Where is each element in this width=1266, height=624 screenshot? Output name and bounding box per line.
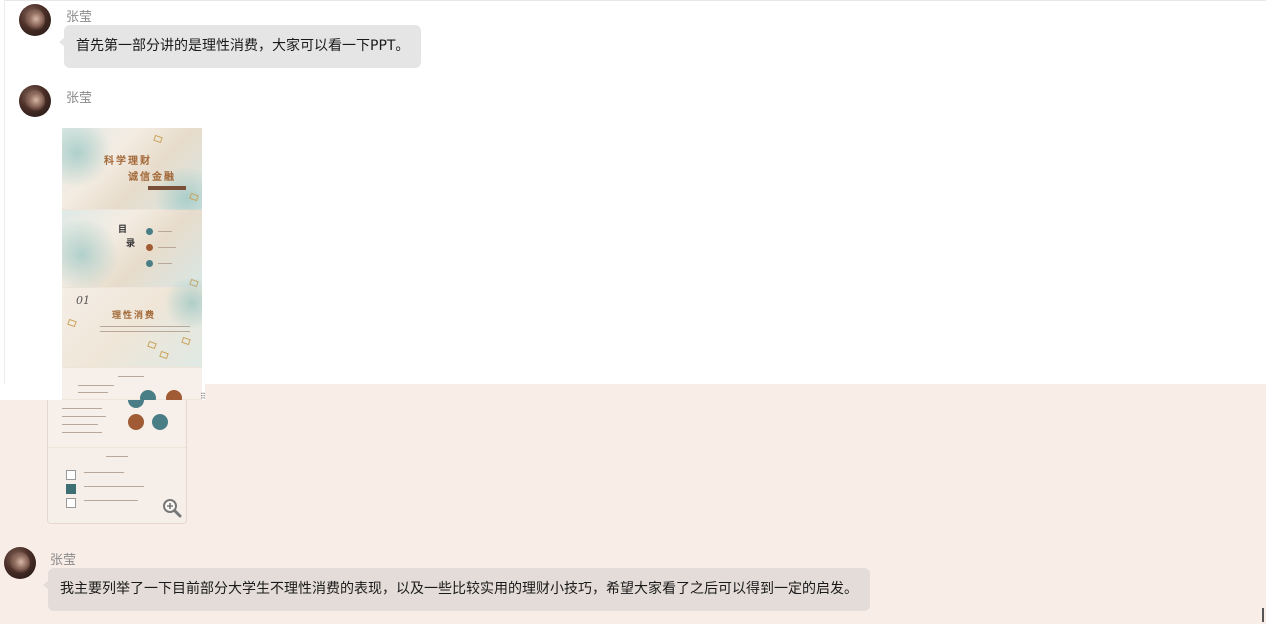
slide-section-title: 理性消费: [112, 311, 157, 321]
avatar-photo: [25, 9, 45, 31]
message-bubble[interactable]: 我主要列举了一下目前部分大学生不理性消费的表现，以及一些比较实用的理财小技巧，希…: [43, 568, 870, 611]
scrollbar[interactable]: [1262, 608, 1264, 622]
ppt-slide-content-a: [62, 368, 202, 400]
resize-grip-icon: ⠿: [200, 392, 206, 401]
avatar-photo: [25, 90, 45, 112]
ppt-slide-content-a-lower: [48, 400, 186, 448]
sender-name: 张莹: [66, 91, 93, 106]
slide-title-line1: 科学理财: [104, 156, 152, 167]
avatar-photo: [10, 552, 30, 574]
ppt-image-message-lower[interactable]: [47, 400, 187, 524]
ppt-slide-section: 01 理性消费: [62, 278, 202, 368]
chat-window: 张莹 首先第一部分讲的是理性消费，大家可以看一下PPT。 张莹 科学理财 诚信金…: [0, 0, 1266, 624]
zoom-in-icon[interactable]: [162, 498, 182, 518]
avatar[interactable]: [19, 85, 51, 117]
sender-name: 张莹: [50, 553, 77, 568]
slide-section-number: 01: [76, 294, 90, 307]
avatar[interactable]: [19, 4, 51, 36]
slide-contents-char1: 目: [118, 225, 130, 235]
sender-name: 张莹: [66, 10, 93, 25]
slide-contents-char2: 录: [126, 239, 138, 249]
message-bubble[interactable]: 首先第一部分讲的是理性消费，大家可以看一下PPT。: [58, 25, 422, 68]
ppt-slide-cover: 科学理财 诚信金融: [62, 128, 202, 228]
ppt-image-message[interactable]: 科学理财 诚信金融 目 录 01 理性消费: [62, 128, 202, 400]
slide-title-line2: 诚信金融: [128, 172, 176, 183]
avatar[interactable]: [4, 547, 36, 579]
ppt-slide-contents: 目 录: [62, 210, 202, 290]
